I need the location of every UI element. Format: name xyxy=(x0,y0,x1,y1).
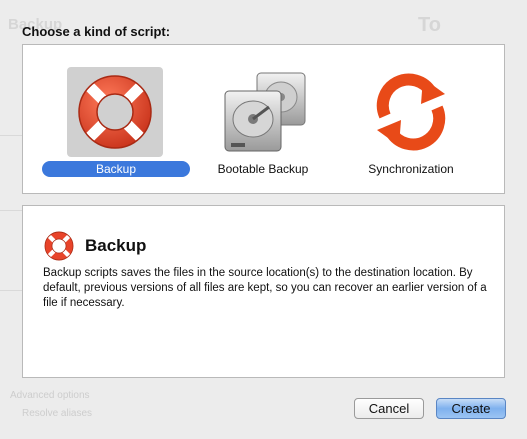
script-type-synchronization[interactable]: Synchronization xyxy=(341,65,481,185)
cancel-button[interactable]: Cancel xyxy=(354,398,424,419)
script-type-label: Backup xyxy=(42,161,190,177)
thumb xyxy=(215,67,311,157)
choose-script-sheet: Backup To Advanced options Resolve alias… xyxy=(0,0,527,439)
lifebuoy-icon xyxy=(78,75,152,149)
selection-highlight xyxy=(67,67,163,157)
background-resolve-label: Resolve aliases xyxy=(22,408,93,419)
script-type-label: Synchronization xyxy=(368,162,454,176)
background-divider xyxy=(0,210,22,211)
background-to-label: To xyxy=(418,14,441,36)
script-type-chooser: Backup Bootable Backup Synchronization xyxy=(22,44,505,194)
background-advanced-label: Advanced options xyxy=(10,390,90,401)
hard-drives-icon xyxy=(224,72,306,152)
script-type-label: Bootable Backup xyxy=(217,162,309,176)
description-panel: Backup Backup scripts saves the files in… xyxy=(22,205,505,378)
create-button[interactable]: Create xyxy=(436,398,506,419)
thumb xyxy=(363,67,459,157)
dialog-heading: Choose a kind of script: xyxy=(22,24,171,39)
description-title: Backup xyxy=(85,236,147,255)
script-type-bootable-backup[interactable]: Bootable Backup xyxy=(193,65,333,185)
description-text: Backup scripts saves the files in the so… xyxy=(43,267,487,309)
background-divider xyxy=(0,135,22,136)
background-divider xyxy=(0,290,22,291)
sync-arrows-icon xyxy=(376,73,446,151)
script-type-backup[interactable]: Backup xyxy=(42,65,190,185)
lifebuoy-icon xyxy=(44,231,74,261)
